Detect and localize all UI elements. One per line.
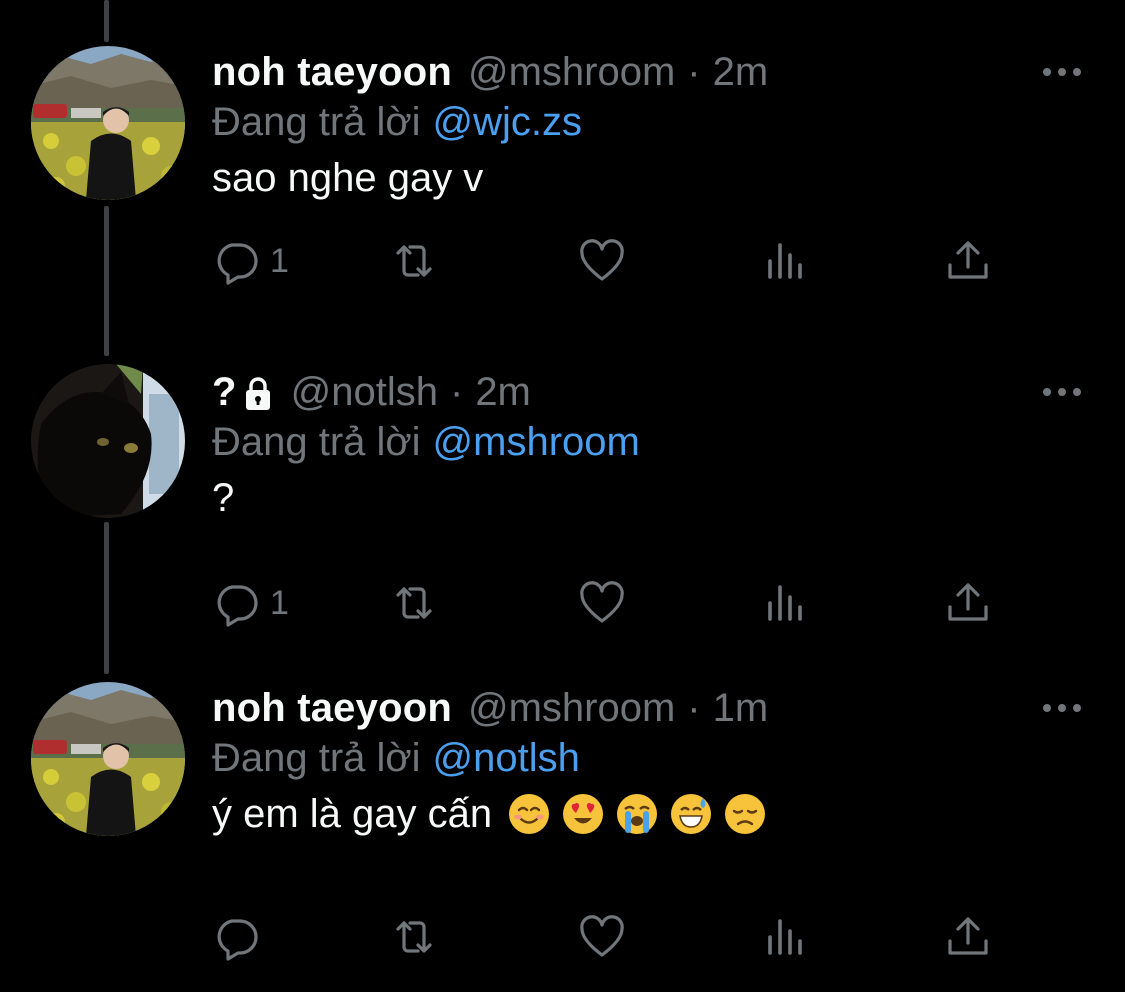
reply-to-link[interactable]: @notlsh	[433, 736, 580, 780]
user-handle[interactable]: @mshroom	[468, 682, 675, 734]
user-handle[interactable]: @mshroom	[468, 46, 675, 98]
heart-eyes-emoji	[562, 793, 604, 835]
reply-label: Đang trả lời	[212, 736, 421, 780]
like-button[interactable]	[578, 236, 626, 286]
action-bar: 1	[212, 578, 1012, 628]
more-icon[interactable]	[1040, 700, 1084, 716]
reply-icon	[212, 237, 260, 285]
separator-dot: ·	[687, 50, 701, 94]
share-icon	[944, 237, 992, 285]
reply-context: Đang trả lời @mshroom	[212, 416, 640, 468]
retweet-icon	[390, 579, 438, 627]
like-icon	[578, 913, 626, 961]
reply-label: Đang trả lời	[212, 100, 421, 144]
analytics-icon	[762, 237, 810, 285]
loudly-crying-emoji	[616, 793, 658, 835]
reply-button[interactable]: 1	[212, 578, 289, 628]
thread-connector-1	[104, 206, 109, 356]
reply-context: Đang trả lời @notlsh	[212, 732, 580, 784]
thread-connector-2	[104, 522, 109, 674]
tweet-header: noh taeyoon @mshroom · 1m	[212, 682, 768, 734]
tweet-header: noh taeyoon @mshroom · 2m	[212, 46, 768, 98]
share-icon	[944, 913, 992, 961]
analytics-button[interactable]	[762, 912, 810, 962]
like-button[interactable]	[578, 912, 626, 962]
avatar[interactable]	[31, 364, 185, 518]
avatar[interactable]	[31, 682, 185, 836]
reply-to-link[interactable]: @mshroom	[433, 420, 640, 464]
reply-count: 1	[270, 584, 289, 622]
tweet-text: ?	[212, 476, 235, 520]
smiling-face-emoji	[508, 793, 550, 835]
tweet-text-content: ý em là gay cấn	[212, 792, 493, 836]
share-button[interactable]	[944, 236, 992, 286]
avatar[interactable]	[31, 46, 185, 200]
display-name[interactable]: ?	[212, 366, 237, 418]
analytics-button[interactable]	[762, 578, 810, 628]
retweet-icon	[390, 237, 438, 285]
like-icon	[578, 579, 626, 627]
reply-context: Đang trả lời @wjc.zs	[212, 96, 582, 148]
timestamp[interactable]: 2m	[475, 366, 531, 418]
action-bar	[212, 912, 1012, 962]
tweet-text: ý em là gay cấn	[212, 788, 778, 840]
timestamp[interactable]: 1m	[713, 682, 769, 734]
retweet-button[interactable]	[390, 912, 438, 962]
retweet-icon	[390, 913, 438, 961]
more-icon[interactable]	[1040, 64, 1084, 80]
user-handle[interactable]: @notlsh	[291, 366, 438, 418]
share-button[interactable]	[944, 578, 992, 628]
analytics-icon	[762, 913, 810, 961]
display-name[interactable]: noh taeyoon	[212, 682, 452, 734]
like-button[interactable]	[578, 578, 626, 628]
separator-dot: ·	[687, 686, 701, 730]
retweet-button[interactable]	[390, 578, 438, 628]
share-icon	[944, 579, 992, 627]
reply-icon	[212, 579, 260, 627]
analytics-button[interactable]	[762, 236, 810, 286]
disappointed-face-emoji	[724, 793, 766, 835]
emoji-row	[508, 793, 778, 835]
tweet-header: ? @notlsh · 2m	[212, 366, 531, 418]
reply-label: Đang trả lời	[212, 420, 421, 464]
timestamp[interactable]: 2m	[713, 46, 769, 98]
more-icon[interactable]	[1040, 384, 1084, 400]
action-bar: 1	[212, 236, 1012, 286]
share-button[interactable]	[944, 912, 992, 962]
like-icon	[578, 237, 626, 285]
tweet-text: sao nghe gay v	[212, 156, 484, 200]
reply-button[interactable]	[212, 912, 270, 962]
reply-icon	[212, 913, 260, 961]
display-name[interactable]: noh taeyoon	[212, 46, 452, 98]
grinning-sweat-emoji	[670, 793, 712, 835]
separator-dot: ·	[449, 370, 464, 414]
lock-icon	[245, 377, 271, 411]
thread-connector-top	[104, 0, 109, 42]
reply-count: 1	[270, 242, 289, 280]
analytics-icon	[762, 579, 810, 627]
reply-button[interactable]: 1	[212, 236, 289, 286]
retweet-button[interactable]	[390, 236, 438, 286]
reply-to-link[interactable]: @wjc.zs	[433, 100, 583, 144]
